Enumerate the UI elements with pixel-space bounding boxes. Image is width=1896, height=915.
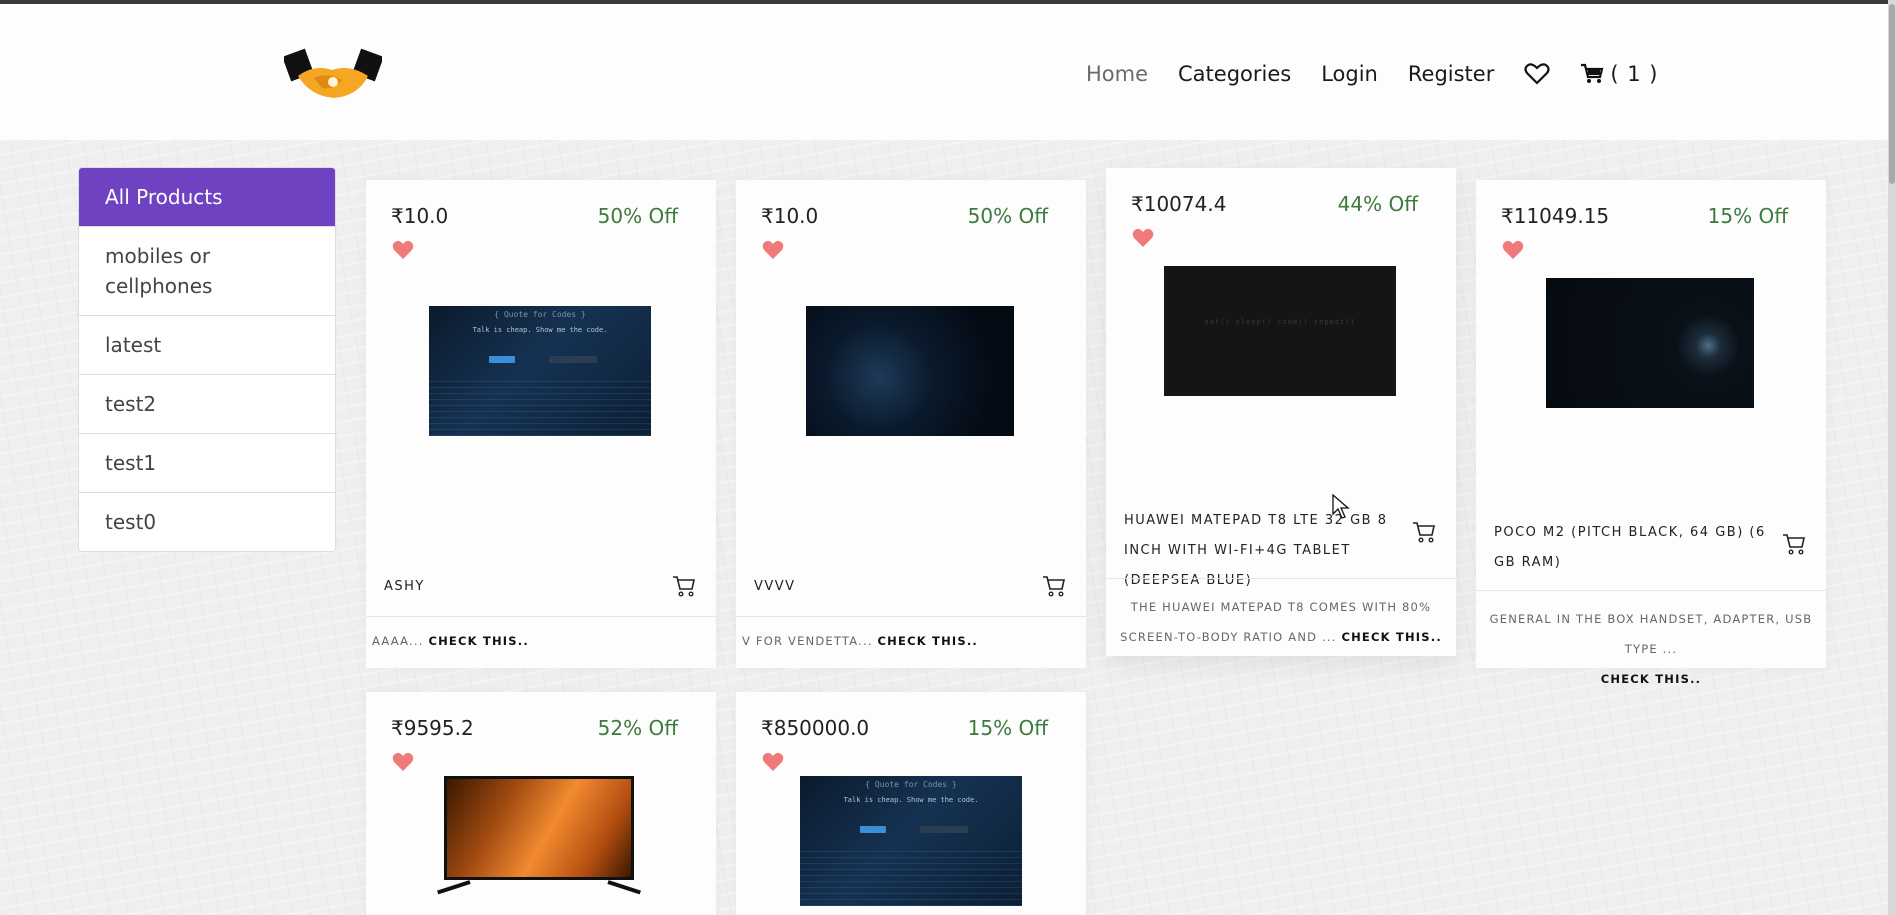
sidebar-item-mobiles[interactable]: mobiles or cellphones <box>79 226 335 315</box>
product-name[interactable]: VVVV <box>754 572 796 602</box>
product-image[interactable] <box>1546 278 1754 408</box>
product-card[interactable]: ₹10.0 50% Off { Quote for Codes } Talk i… <box>366 180 716 668</box>
heart-icon[interactable] <box>762 752 784 776</box>
description-text: GENERAL IN THE BOX HANDSET, ADAPTER, USB… <box>1489 612 1813 656</box>
description-text: AAAA... <box>372 634 424 648</box>
scrollbar-thumb[interactable] <box>1889 4 1895 184</box>
add-to-cart-icon[interactable] <box>1042 574 1066 602</box>
nav-login[interactable]: Login <box>1321 62 1378 86</box>
product-name[interactable]: HUAWEI MATEPAD T8 LTE 32 GB 8 INCH WITH … <box>1124 506 1414 596</box>
heart-icon[interactable] <box>1132 228 1154 252</box>
product-card[interactable]: ₹850000.0 15% Off { Quote for Codes } Ta… <box>736 692 1086 915</box>
product-price: ₹10.0 <box>391 204 449 228</box>
mouse-cursor-icon <box>1332 493 1350 524</box>
heart-icon[interactable] <box>762 240 784 264</box>
sidebar-item-test1[interactable]: test1 <box>79 433 335 492</box>
add-to-cart-icon[interactable] <box>672 574 696 602</box>
product-description: THE HUAWEI MATEPAD T8 COMES WITH 80% SCR… <box>1112 592 1450 652</box>
sidebar-item-latest[interactable]: latest <box>79 315 335 374</box>
cart-icon <box>1581 63 1604 83</box>
heart-outline-icon[interactable] <box>1524 62 1550 86</box>
tv-image <box>436 776 642 906</box>
add-to-cart-icon[interactable] <box>1412 520 1436 548</box>
nav-home[interactable]: Home <box>1086 62 1148 86</box>
product-card[interactable]: ₹10.0 50% Off VVVV V FOR VENDETTA... CHE… <box>736 180 1086 668</box>
product-name[interactable]: ASHY <box>384 572 425 602</box>
product-price: ₹850000.0 <box>761 716 870 740</box>
product-price: ₹10074.4 <box>1131 192 1227 216</box>
page-scrollbar[interactable] <box>1888 0 1896 915</box>
nav-register[interactable]: Register <box>1408 62 1494 86</box>
screen-quote: Talk is cheap. Show me the code. <box>472 326 608 334</box>
handshake-logo-icon[interactable] <box>282 46 384 106</box>
screen-title: { Quote for Codes } <box>865 780 957 789</box>
nav-categories[interactable]: Categories <box>1178 62 1291 86</box>
check-this-link[interactable]: CHECK THIS.. <box>1601 672 1701 686</box>
heart-icon[interactable] <box>1502 240 1524 264</box>
site-header: Home Categories Login Register ( 1 ) <box>0 4 1896 140</box>
sidebar-item-test2[interactable]: test2 <box>79 374 335 433</box>
product-description: AAAA... CHECK THIS.. <box>372 626 710 656</box>
product-image[interactable]: { Quote for Codes } Talk is cheap. Show … <box>800 776 1022 906</box>
product-card[interactable]: ₹11049.15 15% Off POCO M2 (PITCH BLACK, … <box>1476 180 1826 686</box>
product-image[interactable] <box>806 306 1014 436</box>
product-image[interactable]: { Quote for Codes } Talk is cheap. Show … <box>429 306 651 436</box>
product-card[interactable]: ₹9595.2 52% Off <box>366 692 716 915</box>
product-discount: 15% Off <box>1707 204 1788 228</box>
heart-icon[interactable] <box>392 240 414 264</box>
product-description: V FOR VENDETTA... CHECK THIS.. <box>742 626 1080 656</box>
check-this-link[interactable]: CHECK THIS.. <box>878 634 978 648</box>
product-image[interactable] <box>436 776 642 906</box>
heart-icon[interactable] <box>392 752 414 776</box>
cart-count: ( 1 ) <box>1610 62 1659 86</box>
screen-quote: Talk is cheap. Show me the code. <box>843 796 979 804</box>
check-this-link[interactable]: CHECK THIS.. <box>428 634 528 648</box>
product-card[interactable]: ₹10074.4 44% Off eat() sleep() code() re… <box>1106 168 1456 656</box>
product-price: ₹11049.15 <box>1501 204 1610 228</box>
description-text: V FOR VENDETTA... <box>742 634 873 648</box>
product-image[interactable]: eat() sleep() code() repeat() <box>1164 266 1396 396</box>
sidebar-item-test0[interactable]: test0 <box>79 492 335 551</box>
product-discount: 44% Off <box>1337 192 1418 216</box>
sidebar-item-all-products[interactable]: All Products <box>79 168 335 226</box>
check-this-link[interactable]: CHECK THIS.. <box>1341 630 1441 644</box>
add-to-cart-icon[interactable] <box>1782 532 1806 560</box>
category-sidebar: All Products mobiles or cellphones lates… <box>78 167 336 552</box>
product-discount: 50% Off <box>597 204 678 228</box>
product-price: ₹9595.2 <box>391 716 474 740</box>
product-discount: 52% Off <box>597 716 678 740</box>
main-nav: Home Categories Login Register ( 1 ) <box>1086 62 1658 86</box>
product-discount: 15% Off <box>967 716 1048 740</box>
product-name[interactable]: POCO M2 (PITCH BLACK, 64 GB) (6 GB RAM) <box>1494 518 1784 578</box>
nav-cart[interactable]: ( 1 ) <box>1580 62 1658 86</box>
screen-rotation-text: eat() sleep() code() repeat() <box>1204 318 1356 326</box>
screen-title: { Quote for Codes } <box>494 310 586 319</box>
product-discount: 50% Off <box>967 204 1048 228</box>
product-description: GENERAL IN THE BOX HANDSET, ADAPTER, USB… <box>1482 604 1820 694</box>
product-price: ₹10.0 <box>761 204 819 228</box>
